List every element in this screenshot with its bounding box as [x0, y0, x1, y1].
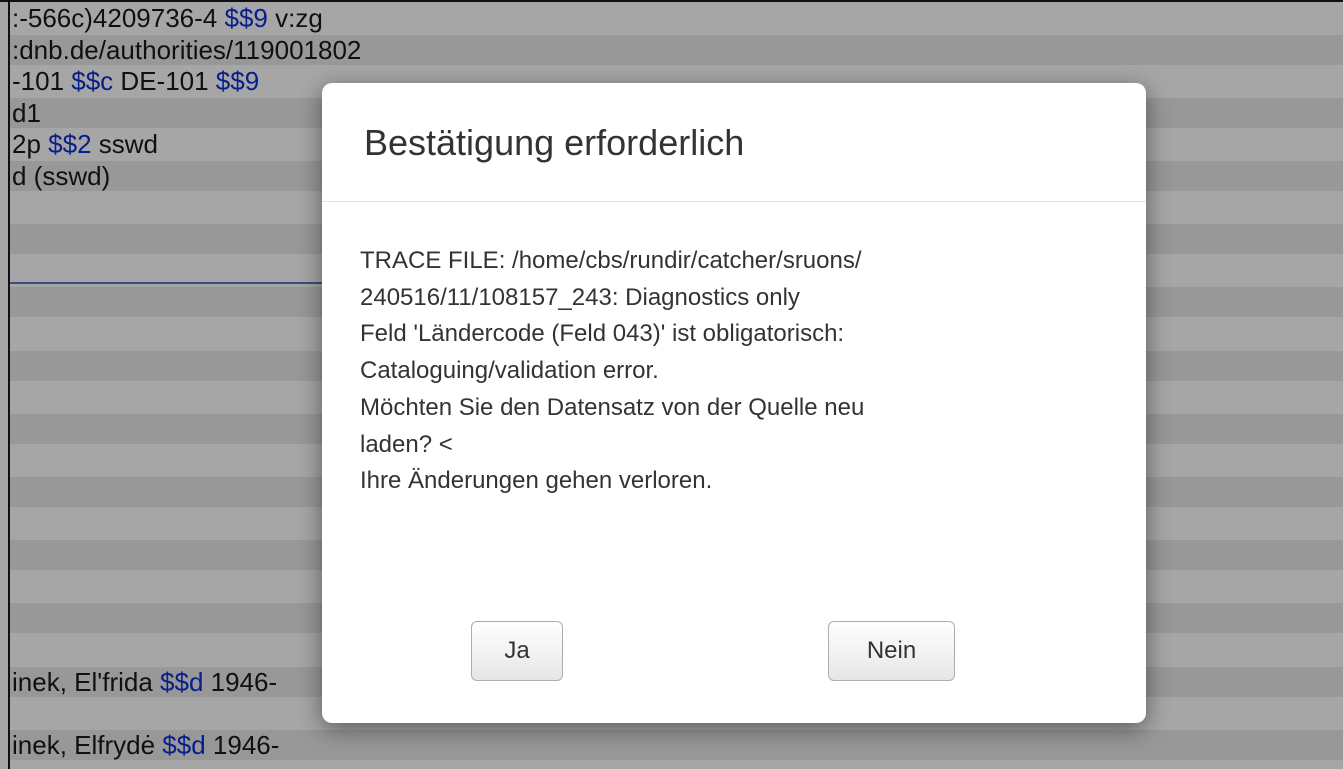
- dialog-title: Bestätigung erforderlich: [364, 122, 745, 163]
- dialog-header: Bestätigung erforderlich: [322, 83, 1146, 202]
- message-line: Cataloguing/validation error.: [360, 357, 659, 385]
- message-line: Feld 'Ländercode (Feld 043)' ist obligat…: [360, 320, 845, 348]
- message-line: 240516/11/108157_243: Diagnostics only: [360, 283, 800, 311]
- message-line: TRACE FILE: /home/cbs/rundir/catcher/sru…: [360, 247, 862, 274]
- no-button[interactable]: Nein: [828, 621, 955, 681]
- confirmation-dialog: Bestätigung erforderlich TRACE FILE: /ho…: [322, 83, 1146, 723]
- message-line: Möchten Sie den Datensatz von der Quelle…: [360, 393, 865, 421]
- yes-button[interactable]: Ja: [471, 621, 563, 681]
- message-line: laden? <: [360, 430, 453, 458]
- message-line: Ihre Änderungen gehen verloren.: [360, 467, 713, 495]
- dialog-message: TRACE FILE: /home/cbs/rundir/catcher/sru…: [360, 243, 1120, 500]
